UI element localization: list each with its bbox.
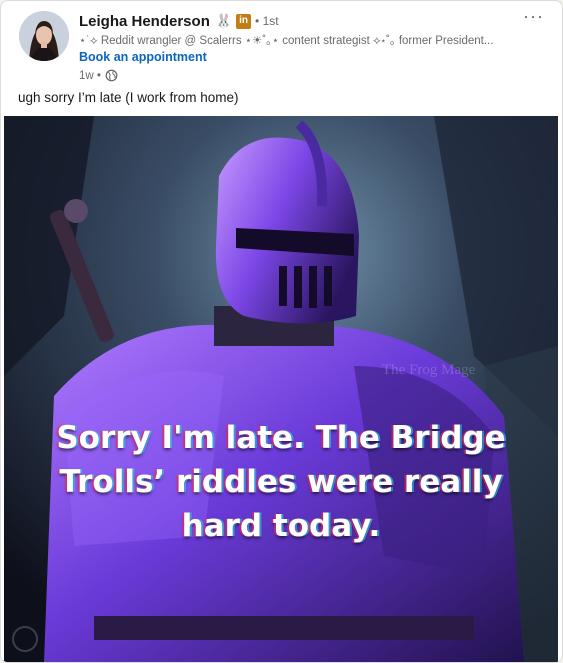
post-card: Leigha Henderson 🐰 in • 1st ⋆˙⟡ Reddit w… bbox=[0, 0, 563, 663]
caption-line: Sorry I'm late. The Bridge bbox=[56, 420, 506, 456]
author-row: Leigha Henderson 🐰 in • 1st bbox=[79, 11, 522, 31]
linkedin-premium-icon: in bbox=[236, 13, 252, 29]
knight-illustration bbox=[4, 116, 558, 662]
author-name[interactable]: Leigha Henderson bbox=[79, 13, 210, 30]
book-appointment-link[interactable]: Book an appointment bbox=[79, 50, 207, 64]
post-image[interactable]: The Frog Mage Sorry I'm late. The Bridge… bbox=[4, 116, 558, 662]
rabbit-emoji: 🐰 bbox=[215, 13, 233, 28]
author-headline: ⋆˙⟡ Reddit wrangler @ Scalerrs ⋆☀︎˚｡⋆ co… bbox=[79, 35, 494, 47]
caption-line: Trolls’ riddles were really bbox=[59, 464, 503, 500]
more-options-icon[interactable]: ··· bbox=[523, 7, 544, 25]
connection-degree: • 1st bbox=[255, 14, 279, 28]
avatar[interactable] bbox=[19, 11, 69, 61]
image-caption: Sorry I'm late. The Bridge Trolls’ riddl… bbox=[4, 416, 558, 548]
post-header: Leigha Henderson 🐰 in • 1st ⋆˙⟡ Reddit w… bbox=[79, 11, 522, 82]
caption-line: hard today. bbox=[181, 508, 381, 544]
image-watermark: The Frog Mage bbox=[382, 362, 476, 378]
stamp-mark bbox=[12, 626, 38, 652]
post-text: ugh sorry I’m late (I work from home) bbox=[18, 90, 239, 105]
post-time: 1w • bbox=[79, 69, 101, 82]
globe-icon bbox=[105, 69, 118, 82]
post-timestamp: 1w • bbox=[79, 69, 522, 82]
